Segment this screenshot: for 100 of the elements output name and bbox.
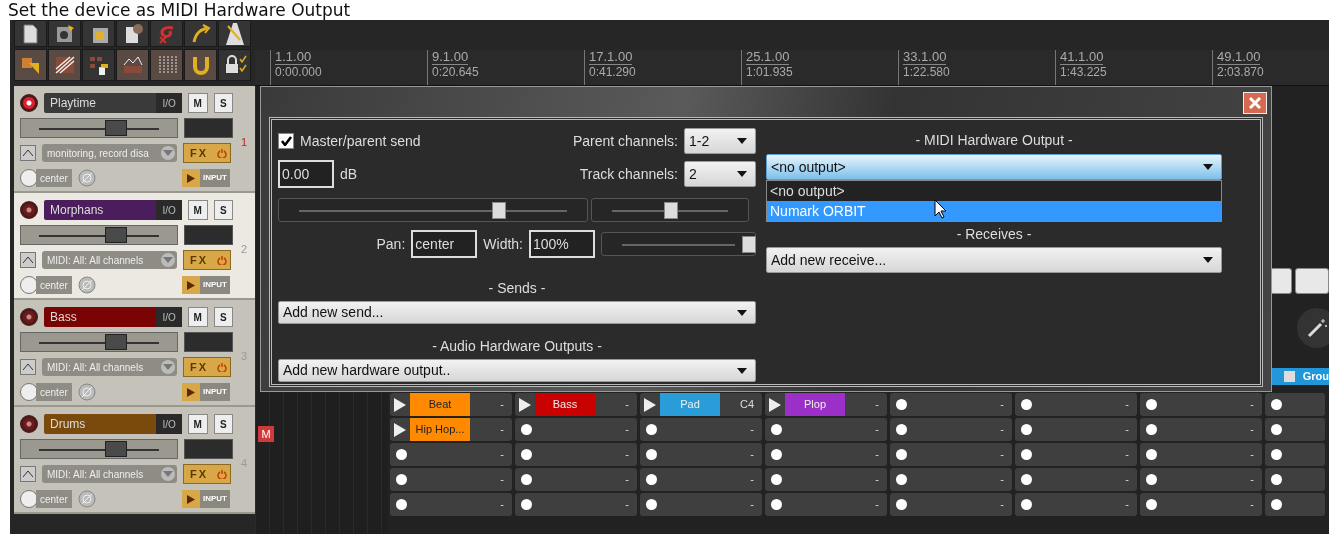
clip-slot[interactable]: Bass -: [515, 393, 637, 416]
clip-slot[interactable]: -: [515, 443, 637, 466]
toolbar-button[interactable]: [48, 49, 81, 81]
clip-slot[interactable]: Beat -: [390, 393, 512, 416]
toolbar-button[interactable]: [82, 20, 115, 47]
toolbar-button[interactable]: [116, 20, 149, 47]
clip-slot[interactable]: -: [640, 468, 762, 491]
clip-slot[interactable]: [1265, 418, 1325, 441]
clip-slot[interactable]: [1265, 393, 1325, 416]
close-button[interactable]: [1243, 92, 1267, 114]
solo-button[interactable]: S: [213, 93, 233, 113]
track-panel[interactable]: Morphans I/O M S MIDI: All: All channels FX center INPUT 2: [14, 193, 255, 300]
clip-name[interactable]: Bass: [535, 393, 595, 416]
input-monitor-button[interactable]: INPUT: [182, 383, 230, 401]
input-monitor-button[interactable]: INPUT: [182, 276, 230, 294]
track-channels-select[interactable]: 2: [684, 161, 756, 187]
clip-slot[interactable]: -: [890, 443, 1012, 466]
clip-slot[interactable]: -: [890, 418, 1012, 441]
audio-output-select[interactable]: Add new hardware output..: [278, 359, 756, 382]
envelope-button[interactable]: [20, 145, 36, 161]
parent-channels-select[interactable]: 1-2: [684, 128, 756, 154]
solo-button[interactable]: S: [213, 200, 233, 220]
record-arm-button[interactable]: [20, 94, 38, 112]
record-arm-button[interactable]: [20, 308, 38, 326]
clip-slot[interactable]: -: [390, 443, 512, 466]
fx-button[interactable]: FX: [183, 250, 231, 270]
width-slider[interactable]: [601, 232, 756, 256]
volume-fader[interactable]: [20, 118, 178, 138]
toolbar-button[interactable]: [14, 20, 47, 47]
volume-slider[interactable]: [278, 198, 588, 222]
clip-slot[interactable]: [1265, 443, 1325, 466]
mute-button[interactable]: M: [188, 414, 208, 434]
toolbar-button[interactable]: [184, 20, 217, 47]
clip-slot[interactable]: -: [890, 393, 1012, 416]
volume-fader[interactable]: [20, 439, 178, 459]
io-button[interactable]: I/O: [156, 307, 183, 327]
width-input[interactable]: 100%: [529, 230, 595, 258]
clip-slot[interactable]: -: [640, 493, 762, 516]
slider-thumb[interactable]: [742, 236, 756, 253]
fader-thumb[interactable]: [104, 227, 127, 243]
toolbar-button[interactable]: [14, 49, 47, 81]
fader-thumb[interactable]: [104, 334, 127, 350]
clip-slot[interactable]: -: [1015, 418, 1137, 441]
dropdown-option[interactable]: <no output>: [767, 181, 1221, 201]
clip-slot[interactable]: -: [515, 418, 637, 441]
clip-slot[interactable]: -: [515, 493, 637, 516]
toolbar-button[interactable]: [150, 49, 183, 81]
clip-name[interactable]: Beat: [410, 393, 470, 416]
clip-slot[interactable]: -: [765, 418, 887, 441]
volume-fader[interactable]: [20, 225, 178, 245]
envelope-button[interactable]: [20, 466, 36, 482]
clip-slot[interactable]: Plop -: [765, 393, 887, 416]
input-monitor-button[interactable]: INPUT: [182, 490, 230, 508]
toolbar-button[interactable]: [218, 49, 251, 81]
fader-thumb[interactable]: [104, 441, 127, 457]
solo-button[interactable]: S: [213, 307, 233, 327]
mute-button[interactable]: M: [188, 200, 208, 220]
clip-slot[interactable]: [1265, 493, 1325, 516]
toolbar-button[interactable]: [184, 49, 217, 81]
envelope-button[interactable]: [20, 359, 36, 375]
clip-slot[interactable]: -: [890, 493, 1012, 516]
envelope-button[interactable]: [20, 252, 36, 268]
slider-thumb[interactable]: [664, 202, 678, 219]
fader-thumb[interactable]: [104, 120, 127, 136]
panel-button[interactable]: [1270, 268, 1292, 294]
clip-slot[interactable]: -: [1015, 468, 1137, 491]
clip-slot[interactable]: -: [640, 443, 762, 466]
slider-thumb[interactable]: [491, 202, 506, 219]
clip-slot[interactable]: Hip Hop... -: [390, 418, 512, 441]
clip-slot[interactable]: -: [390, 468, 512, 491]
fx-button[interactable]: FX: [183, 143, 231, 163]
clip-slot[interactable]: -: [1015, 493, 1137, 516]
clip-slot[interactable]: -: [765, 468, 887, 491]
checkbox[interactable]: [1283, 371, 1295, 382]
fx-button[interactable]: FX: [183, 357, 231, 377]
clip-slot[interactable]: -: [1140, 418, 1262, 441]
mute-button[interactable]: M: [188, 307, 208, 327]
clip-slot[interactable]: -: [1140, 393, 1262, 416]
sends-select[interactable]: Add new send...: [278, 301, 756, 324]
toolbar-button[interactable]: [218, 20, 251, 47]
io-button[interactable]: I/O: [156, 414, 183, 434]
clip-name[interactable]: Plop: [785, 393, 845, 416]
midi-output-select[interactable]: <no output>: [766, 154, 1222, 180]
master-send-checkbox[interactable]: [278, 133, 294, 149]
toolbar-button[interactable]: [116, 49, 149, 81]
fx-button[interactable]: FX: [183, 464, 231, 484]
volume-input[interactable]: 0.00: [278, 160, 334, 188]
record-arm-button[interactable]: [20, 415, 38, 433]
track-panel[interactable]: Playtime I/O M S monitoring, record disa FX center INPUT 1: [14, 86, 255, 193]
record-arm-button[interactable]: [20, 201, 38, 219]
clip-slot[interactable]: -: [1015, 443, 1137, 466]
clip-name[interactable]: Hip Hop...: [410, 418, 470, 441]
clip-slot[interactable]: -: [515, 468, 637, 491]
io-button[interactable]: I/O: [156, 93, 183, 113]
mute-button[interactable]: M: [188, 93, 208, 113]
toolbar-button[interactable]: [82, 49, 115, 81]
clip-slot[interactable]: -: [1140, 468, 1262, 491]
toolbar-button[interactable]: [48, 20, 81, 47]
clip-slot[interactable]: -: [765, 443, 887, 466]
clip-slot[interactable]: -: [1015, 393, 1137, 416]
